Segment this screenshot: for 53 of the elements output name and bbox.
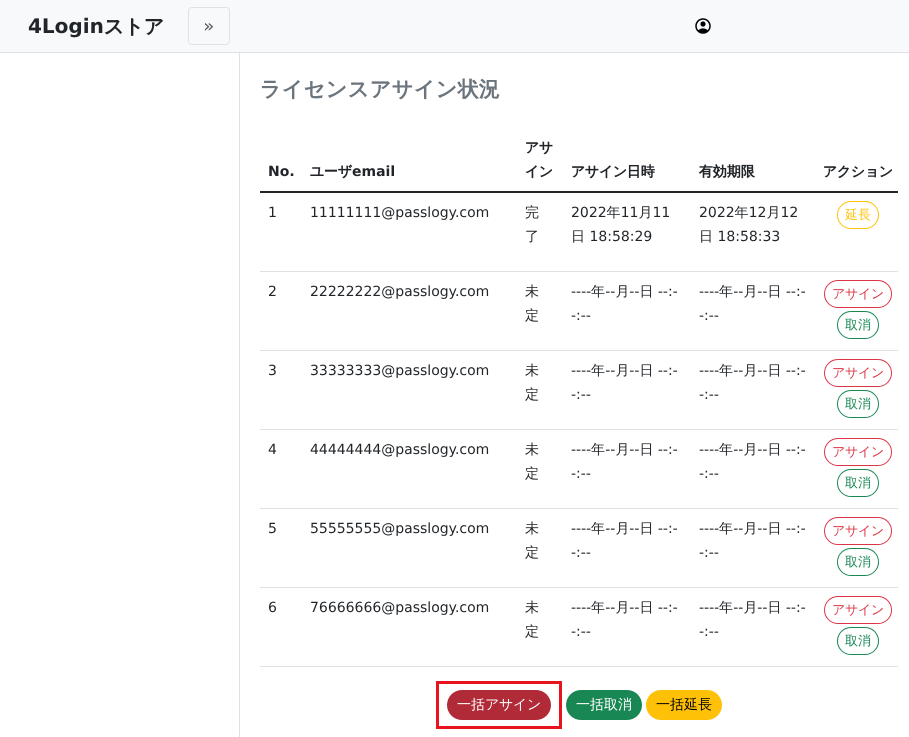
table-cell: 44444444@passlogy.com: [310, 442, 490, 458]
table-cell: ----年--月--日 --:--:--: [699, 284, 806, 324]
table-cell: 未定: [525, 284, 539, 324]
table-cell: ----年--月--日 --:--:--: [699, 362, 806, 404]
cancel-button[interactable]: 取消: [837, 390, 879, 418]
table-cell: 未定: [525, 520, 539, 562]
bulk-assign-button[interactable]: 一括アサイン: [447, 690, 551, 720]
bulk-cancel-button[interactable]: 一括取消: [566, 690, 642, 720]
table-cell: 5: [268, 520, 277, 537]
table-cell: 未定: [525, 442, 539, 482]
table-cell: 2022年12月12日 18:58:33: [699, 204, 798, 246]
brand-title: 4Loginストア: [28, 12, 164, 40]
column-header: 有効期限: [691, 131, 818, 192]
sidebar-toggle-button[interactable]: »: [188, 7, 230, 45]
table-cell: 22222222@passlogy.com: [310, 284, 490, 300]
table-cell: 33333333@passlogy.com: [310, 362, 490, 379]
table-cell: ----年--月--日 --:--:--: [571, 284, 678, 324]
table-cell: ----年--月--日 --:--:--: [571, 442, 678, 482]
table-cell: 11111111@passlogy.com: [310, 204, 490, 221]
table-cell: ----年--月--日 --:--:--: [571, 362, 678, 404]
page-title: ライセンスアサイン状況: [260, 76, 501, 103]
table-cell: ----年--月--日 --:--:--: [699, 600, 806, 640]
table-cell: 未定: [525, 362, 539, 404]
table-cell: 未定: [525, 600, 539, 640]
table-cell: 55555555@passlogy.com: [310, 520, 490, 537]
assign-button[interactable]: アサイン: [824, 358, 892, 387]
assign-button[interactable]: アサイン: [824, 280, 892, 308]
column-header: アサイン: [517, 131, 563, 192]
table-cell: ----年--月--日 --:--:--: [699, 442, 806, 482]
table-cell: 1: [268, 204, 277, 221]
table-cell: 完了: [525, 204, 539, 246]
table-cell: 2022年11月11日 18:58:29: [571, 204, 670, 246]
table-cell: 2: [268, 284, 277, 300]
column-header: No.: [260, 131, 302, 192]
table-cell: ----年--月--日 --:--:--: [699, 520, 806, 562]
table-cell: ----年--月--日 --:--:--: [571, 600, 678, 640]
cancel-button[interactable]: 取消: [837, 310, 879, 339]
table-cell: 4: [268, 442, 277, 458]
assign-button[interactable]: アサイン: [824, 516, 892, 545]
assign-button[interactable]: アサイン: [824, 596, 892, 624]
table-cell: ----年--月--日 --:--:--: [571, 520, 678, 562]
cancel-button[interactable]: 取消: [837, 468, 879, 497]
table-cell: 76666666@passlogy.com: [310, 600, 490, 616]
cancel-button[interactable]: 取消: [837, 626, 879, 655]
assign-button[interactable]: アサイン: [824, 438, 892, 466]
column-header: アクション: [818, 131, 898, 192]
table-cell: 3: [268, 362, 277, 379]
cancel-button[interactable]: 取消: [837, 548, 879, 576]
column-header: アサイン日時: [563, 131, 691, 192]
table-cell: 6: [268, 600, 277, 616]
bulk-extend-button[interactable]: 一括延長: [646, 690, 722, 720]
user-icon[interactable]: [694, 18, 711, 34]
column-header: ユーザemail: [302, 131, 517, 192]
